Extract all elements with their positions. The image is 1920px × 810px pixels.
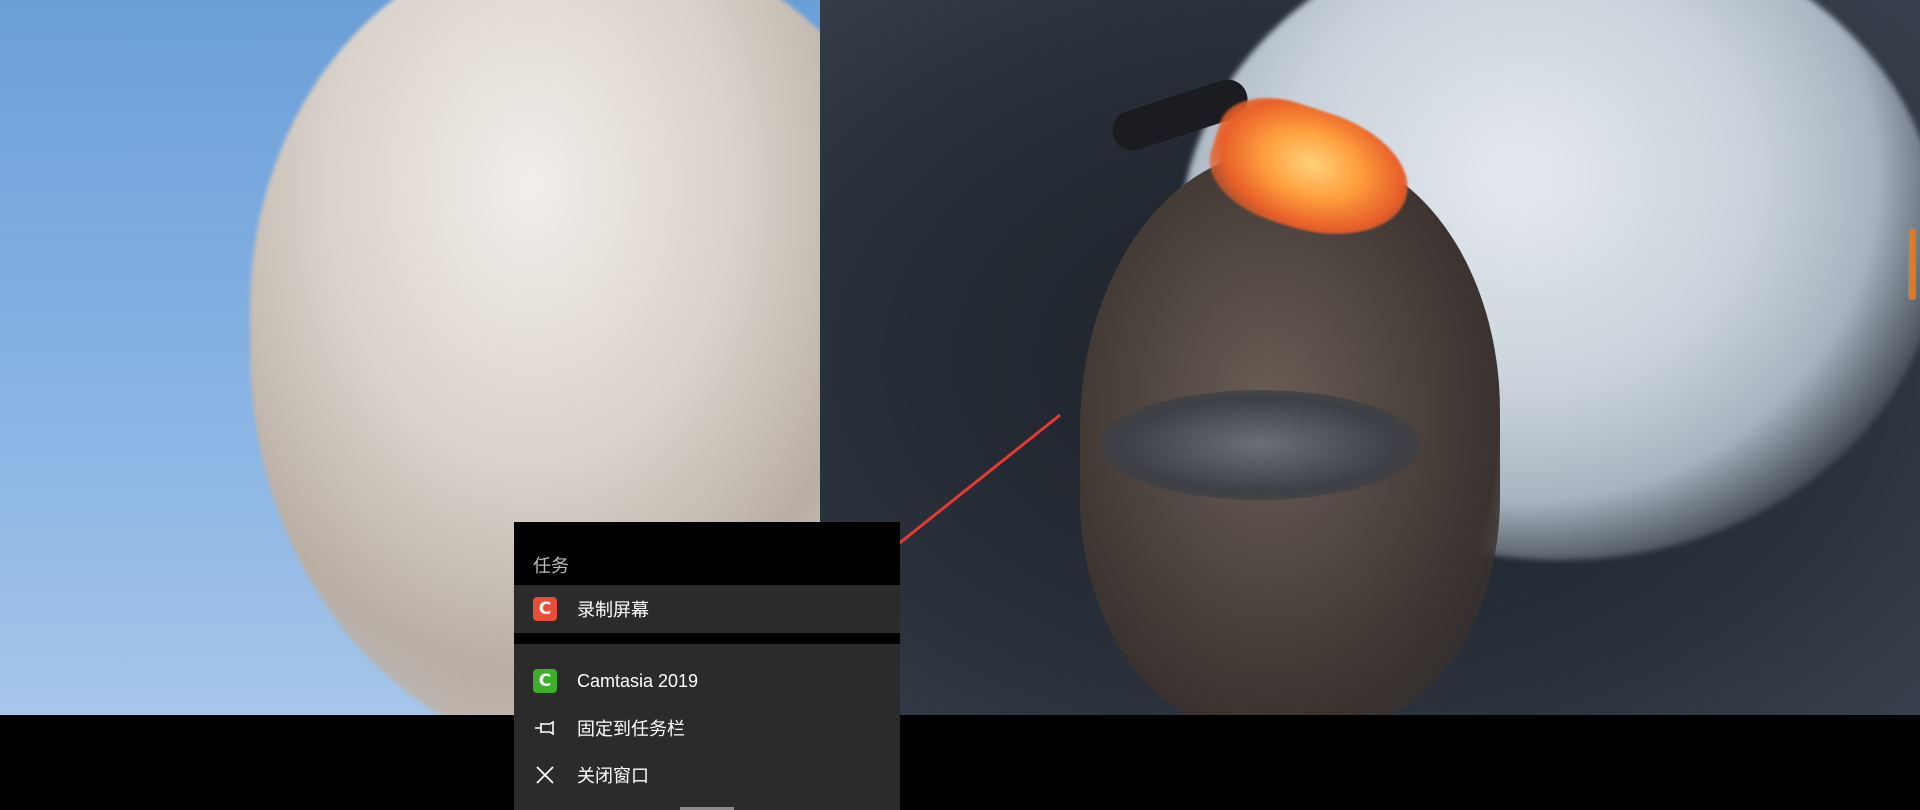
jump-list-item-camtasia[interactable]: C Camtasia 2019 (514, 657, 900, 705)
frosted-beard (1100, 390, 1420, 500)
jump-list-item-record-screen[interactable]: C 录制屏幕 (514, 585, 900, 633)
screen: 任务 C 录制屏幕 C Camtasia 2019 固定到任务栏 关闭窗口 (0, 0, 1920, 810)
jump-list-item-label: 录制屏幕 (577, 600, 649, 620)
pin-icon-svg (535, 720, 554, 736)
pin-icon (533, 716, 557, 740)
camtasia-recorder-glyph: C (533, 597, 557, 621)
jump-list-item-close-window[interactable]: 关闭窗口 (514, 751, 900, 799)
close-icon (533, 763, 557, 787)
video-frame (0, 0, 1920, 715)
jump-list-header: 任务 (533, 556, 569, 576)
jump-list-item-pin-to-taskbar[interactable]: 固定到任务栏 (514, 704, 900, 752)
camtasia-app-icon: C (533, 669, 557, 693)
scroll-indicator[interactable] (1908, 228, 1916, 300)
letterbox-bottom (0, 715, 1920, 810)
camtasia-recorder-icon: C (533, 597, 557, 621)
close-icon-svg (536, 766, 554, 784)
taskbar-jump-list: 任务 C 录制屏幕 C Camtasia 2019 固定到任务栏 关闭窗口 (514, 522, 900, 810)
jump-list-item-label: 固定到任务栏 (577, 719, 685, 739)
jump-list-tasks-section: 任务 C 录制屏幕 (514, 522, 900, 644)
jump-list-item-label: Camtasia 2019 (577, 670, 699, 691)
jump-list-item-label: 关闭窗口 (577, 766, 649, 786)
camtasia-app-glyph: C (533, 669, 557, 693)
